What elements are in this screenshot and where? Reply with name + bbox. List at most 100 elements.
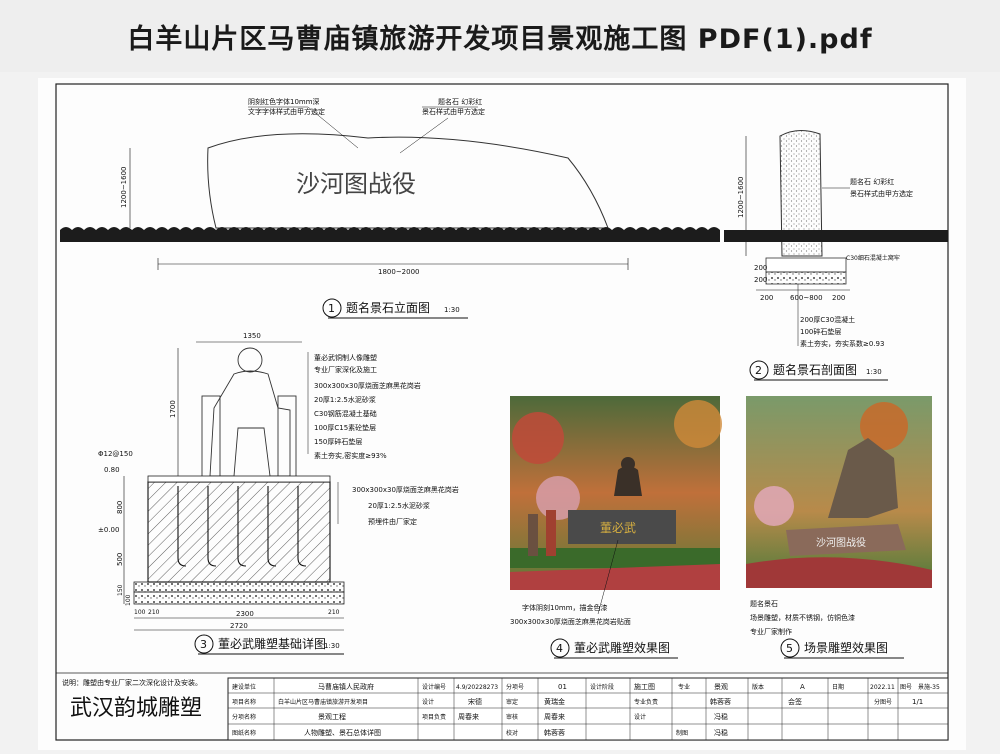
p3-note-b0: 300x300x30厚烧面芝麻黑花岗岩	[352, 485, 459, 494]
panel-1-title: 题名景石立面图	[346, 300, 430, 315]
tb-edition: A	[800, 683, 805, 691]
footer-note: 说明：雕塑由专业厂家二次深化设计及安装。	[62, 678, 202, 687]
stone-inscription: 沙河图战役	[816, 536, 866, 549]
tb-label-drafted: 制图	[676, 729, 688, 737]
tb-project-lead: 周春来	[458, 712, 479, 721]
gravel-layer	[765, 271, 847, 285]
panel-2-title: 题名景石剖面图	[773, 362, 857, 377]
tb-label-discipline: 专业	[678, 683, 690, 691]
p2-note-1: 题名石 幻彩红	[850, 177, 894, 186]
panel-3-foundation: 1350 1700 Φ12@150 0.80 ±0.00 800 500 150…	[98, 332, 459, 655]
granite-cap	[147, 475, 331, 483]
panel-3-scale: 1:30	[324, 642, 340, 650]
dim-width: 1800~2000	[378, 268, 420, 276]
note-left-1: 阴刻红色字体10mm深	[248, 97, 320, 106]
panel-4-number: 4	[556, 642, 563, 655]
tb-drawing-name: 人物雕塑、景石总体详图	[304, 728, 381, 737]
p2-dim-bottom-2: 600~800	[790, 294, 823, 302]
drawing-sheet: 沙河图战役 阴刻红色字体10mm深 文字字体样式由甲方选定 题名石 幻彩红 景石…	[38, 78, 966, 750]
tb-label-subproject: 分项名称	[232, 713, 256, 721]
tb-drafter: 冯稳	[714, 728, 728, 737]
title-block: 建设单位 马曹庙镇人民政府 设计编号 4.9/20228273 分项号 01 设…	[227, 677, 949, 741]
carved-inscription: 沙河图战役	[296, 170, 416, 198]
p3-dim-800: 800	[116, 501, 124, 514]
document-title-bar: 白羊山片区马曹庙镇旅游开发项目景观施工图 PDF(1).pdf	[0, 0, 1000, 72]
panel-4-render: 董必武 字体阴刻10mm，描金色漆 300x300x30厚烧面芝麻黑花岗岩贴面 …	[510, 396, 722, 659]
tb-subsheet: 1/1	[912, 698, 923, 706]
p3-dim-210a: 210	[148, 609, 160, 616]
tb-client: 马曹庙镇人民政府	[318, 682, 374, 691]
p2-dim-bottom-1: 200	[760, 294, 773, 302]
p3-note-2: 300x300x30厚烧面芝麻黑花岗岩	[314, 381, 421, 390]
p3-dim-500: 500	[116, 553, 124, 566]
p4-note-2: 300x300x30厚烧面芝麻黑花岗岩贴面	[510, 617, 631, 626]
tb-label-date: 日期	[832, 683, 844, 691]
panel-4-title: 董必武雕塑效果图	[574, 640, 670, 655]
tb-discipline: 景观	[714, 683, 728, 691]
p3-note-5: 100厚C15素砼垫层	[314, 423, 376, 432]
watermark-text: 武汉韵城雕塑	[70, 696, 203, 721]
p2-dim-200a: 200	[754, 264, 767, 272]
panel-5-number: 5	[786, 642, 793, 655]
seated-statue-outline	[201, 347, 297, 479]
p3-dim-2720: 2720	[230, 622, 248, 630]
foundation-block	[147, 481, 331, 583]
tb-subproject: 景观工程	[318, 712, 346, 721]
compacted-soil	[133, 591, 345, 605]
panel-5-title: 场景雕塑效果图	[804, 640, 888, 655]
p3-note-b2: 预埋件由厂家定	[368, 517, 417, 526]
p3-note-3: 20厚1:2.5水泥砂浆	[314, 395, 376, 404]
tb-label-design: 设计	[422, 698, 434, 706]
tb-label-subitem: 分项号	[506, 683, 524, 691]
p5-note-2: 场景雕塑，材质不锈钢，仿铜色漆	[750, 613, 855, 622]
panel-1-elevation: 沙河图战役 阴刻红色字体10mm深 文字字体样式由甲方选定 题名石 幻彩红 景石…	[60, 97, 720, 319]
shrub-line	[60, 230, 720, 242]
p2-note-2: 景石样式由甲方选定	[850, 189, 913, 198]
tb-label-discipline-lead: 专业负责	[634, 698, 658, 706]
panel-1-scale: 1:30	[444, 306, 460, 314]
tb-label-stage: 设计阶段	[590, 683, 614, 691]
p2-dim-bottom-3: 200	[832, 294, 845, 302]
p2-note-3: C30细石混凝土窝牢	[846, 254, 900, 262]
p3-dim-100: 100	[125, 594, 132, 606]
p5-note-1: 题名景石	[750, 599, 778, 608]
p2-shrub-line	[724, 230, 948, 242]
document-title: 白羊山片区马曹庙镇旅游开发项目景观施工图 PDF(1).pdf	[127, 23, 873, 55]
panel-2-scale: 1:30	[866, 368, 882, 376]
tb-checker: 韩蓉蓉	[544, 728, 565, 737]
tb-label-edition: 版本	[752, 683, 764, 691]
gravel-bed	[133, 581, 345, 593]
tb-label-drawing-no: 图号	[900, 684, 912, 691]
tb-label-approved: 审定	[506, 698, 518, 706]
note-right-1: 题名石 幻彩红	[438, 97, 482, 106]
p3-note-4: C30钢筋混凝土基础	[314, 409, 377, 418]
tb-stage: 施工图	[634, 682, 655, 691]
p3-dim-top: 1350	[243, 332, 261, 340]
p3-dim-2300: 2300	[236, 610, 254, 618]
dim-height: 1200~1600	[120, 167, 128, 209]
tb-designer: 宋德	[468, 697, 482, 706]
p3-dim-150: 150	[117, 584, 124, 596]
tb-label-project: 项目名称	[232, 698, 256, 706]
p3-note-0: 董必武铜制人像雕塑	[314, 353, 377, 362]
tb-project-no: 4.9/20228273	[456, 684, 498, 691]
p2-note-6: 素土夯实，夯实系数≥0.93	[800, 339, 884, 348]
tb-label-designed: 设计	[634, 713, 646, 721]
tb-drawing-no: 景施-35	[918, 683, 940, 691]
tb-label-countersign: 会签	[788, 697, 802, 706]
p2-dim-200b: 200	[754, 276, 767, 284]
tb-label-checked: 校对	[506, 729, 518, 737]
panel-5-render: 沙河图战役 题名景石 场景雕塑，材质不锈钢，仿铜色漆 专业厂家制作 5 场景雕塑…	[746, 396, 932, 659]
note-right-2: 景石样式由甲方选定	[422, 107, 485, 116]
tb-project: 白羊山片区马曹庙镇旅游开发项目	[278, 698, 368, 706]
tb-label-client: 建设单位	[232, 683, 256, 691]
p2-note-4: 200厚C30混凝土	[800, 315, 855, 324]
tb-label-project-lead: 项目负责	[422, 713, 446, 721]
drawing-canvas: 沙河图战役 阴刻红色字体10mm深 文字字体样式由甲方选定 题名石 幻彩红 景石…	[55, 83, 949, 741]
p4-note-1: 字体阴刻10mm，描金色漆	[522, 603, 608, 612]
p3-note-b1: 20厚1:2.5水泥砂浆	[368, 501, 430, 510]
concrete-base	[765, 257, 847, 273]
p3-rebar: Φ12@150	[98, 450, 133, 458]
tb-label-subsheet: 分图号	[874, 698, 892, 706]
tb-label-project-no: 设计编号	[422, 683, 446, 691]
